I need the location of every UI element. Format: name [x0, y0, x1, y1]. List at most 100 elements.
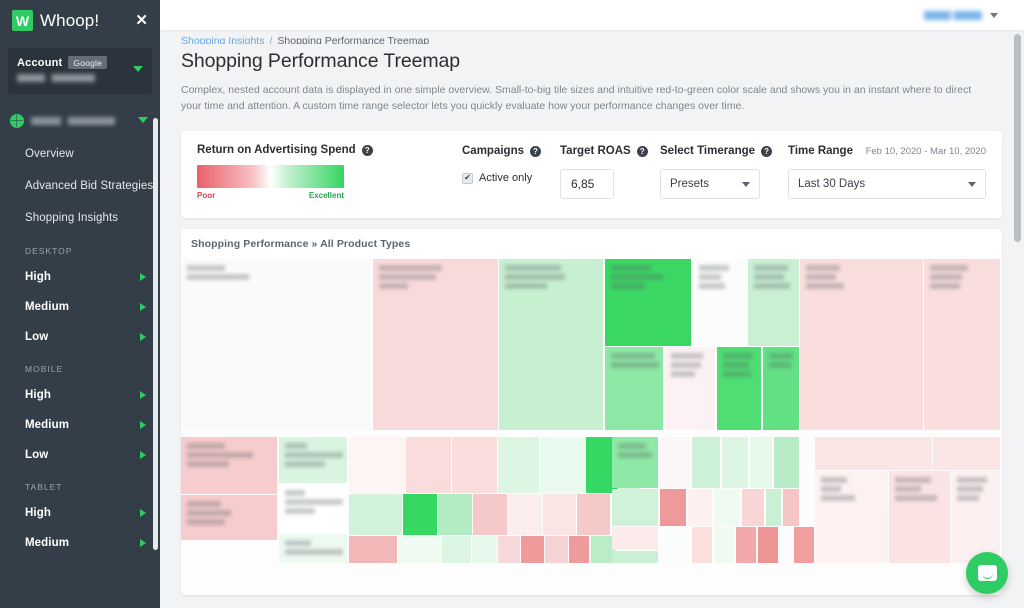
roas-gradient-labels: Poor Excellent: [197, 191, 344, 200]
treemap-tile[interactable]: [692, 259, 747, 346]
sidebar-item-tablet-medium[interactable]: Medium: [0, 528, 160, 558]
target-roas-input[interactable]: 6,85: [560, 169, 614, 199]
page-scrollbar[interactable]: [1014, 34, 1021, 242]
help-icon[interactable]: ?: [761, 145, 773, 157]
treemap-tile[interactable]: [398, 536, 441, 563]
treemap-tile[interactable]: [438, 494, 472, 535]
treemap-tile[interactable]: [713, 527, 735, 563]
treemap-tile[interactable]: [452, 437, 497, 493]
treemap-tile[interactable]: [793, 527, 814, 563]
treemap-tile[interactable]: [611, 527, 659, 550]
breadcrumb-link-parent[interactable]: Shopping Insights: [181, 35, 264, 44]
treemap-tile[interactable]: [372, 259, 498, 430]
chevron-down-icon[interactable]: [990, 12, 998, 18]
treemap-tile[interactable]: [181, 495, 278, 540]
treemap-tile[interactable]: [499, 259, 604, 430]
sub-account-selector[interactable]: [0, 104, 160, 138]
treemap-tile[interactable]: [779, 527, 792, 563]
treemap-tile[interactable]: [498, 437, 539, 493]
page-description: Complex, nested account data is displaye…: [181, 84, 972, 112]
treemap-tile[interactable]: [741, 489, 765, 526]
treemap-tile[interactable]: [569, 536, 590, 563]
sidebar-item-mobile-low[interactable]: Low: [0, 440, 160, 470]
treemap-tile[interactable]: [933, 437, 1001, 470]
sidebar-item-tablet-high[interactable]: High: [0, 498, 160, 528]
chevron-down-icon: [968, 181, 976, 187]
treemap-tile[interactable]: [765, 489, 782, 526]
sidebar-item-mobile-medium[interactable]: Medium: [0, 410, 160, 440]
treemap-tile[interactable]: [181, 259, 372, 430]
treemap-tile-label-redacted: [284, 443, 343, 470]
treemap-tile[interactable]: [691, 437, 721, 488]
sidebar-item-shopping-insights[interactable]: Shopping Insights: [0, 202, 160, 234]
sidebar-item-mobile-high[interactable]: High: [0, 380, 160, 410]
treemap-tile[interactable]: [545, 536, 568, 563]
account-selector[interactable]: Account Google: [8, 48, 152, 94]
treemap-tile[interactable]: [924, 259, 1001, 430]
treemap-tile[interactable]: [521, 536, 544, 563]
close-icon[interactable]: ✕: [135, 13, 148, 28]
treemap-tile[interactable]: [713, 489, 741, 526]
presets-dropdown[interactable]: Presets: [660, 169, 760, 199]
treemap-tile[interactable]: [687, 489, 713, 526]
treemap-tile[interactable]: [472, 536, 497, 563]
treemap-tile[interactable]: [664, 347, 716, 430]
treemap-tile[interactable]: [773, 437, 799, 488]
treemap-tile[interactable]: [659, 489, 687, 526]
treemap-tile[interactable]: [604, 259, 692, 346]
sidebar-scrollbar[interactable]: [153, 118, 158, 550]
active-only-row[interactable]: ✔ Active only: [462, 172, 560, 184]
sidebar-item-overview[interactable]: Overview: [0, 138, 160, 170]
time-range-dropdown[interactable]: Last 30 Days: [788, 169, 986, 199]
help-icon[interactable]: ?: [530, 145, 541, 157]
treemap-tile[interactable]: [659, 527, 691, 563]
treemap-tile[interactable]: [498, 536, 520, 563]
chevron-down-icon[interactable]: [138, 117, 148, 123]
treemap-tile[interactable]: [473, 494, 507, 535]
time-range-control: Time Range Feb 10, 2020 - Mar 10, 2020 L…: [775, 144, 986, 199]
treemap-tile[interactable]: [815, 471, 888, 563]
active-only-checkbox[interactable]: ✔: [462, 172, 473, 184]
help-icon[interactable]: ?: [636, 145, 648, 157]
treemap-tile[interactable]: [659, 437, 691, 488]
sidebar-item-desktop-high[interactable]: High: [0, 262, 160, 292]
treemap-tile[interactable]: [442, 536, 471, 563]
treemap-tile[interactable]: [762, 347, 799, 430]
treemap-tile[interactable]: [611, 489, 659, 526]
treemap-tile[interactable]: [348, 494, 402, 535]
treemap-tile[interactable]: [181, 437, 278, 494]
treemap-tile[interactable]: [577, 494, 611, 535]
chevron-down-icon[interactable]: [133, 66, 143, 72]
treemap-tile[interactable]: [540, 437, 585, 493]
treemap-tile[interactable]: [691, 527, 713, 563]
treemap-tile[interactable]: [403, 494, 437, 535]
sidebar-item-advanced-bid-strategies[interactable]: Advanced Bid Strategies: [0, 170, 160, 202]
treemap-tile[interactable]: [406, 437, 451, 493]
treemap-tile[interactable]: [348, 437, 405, 493]
treemap-tile[interactable]: [951, 471, 1001, 563]
logo-text: Whoop!: [40, 10, 100, 30]
sidebar-item-desktop-low[interactable]: Low: [0, 322, 160, 352]
treemap-tile[interactable]: [508, 494, 542, 535]
treemap-tile[interactable]: [278, 534, 348, 563]
intercom-launcher-button[interactable]: [966, 552, 1008, 594]
treemap-tile[interactable]: [721, 437, 749, 488]
treemap-tile[interactable]: [815, 437, 932, 470]
treemap-tile[interactable]: [747, 259, 799, 346]
treemap-tile[interactable]: [716, 347, 762, 430]
treemap-tile[interactable]: [735, 527, 757, 563]
treemap-tile[interactable]: [604, 347, 664, 430]
treemap-tile[interactable]: [611, 437, 659, 488]
sidebar-item-desktop-medium[interactable]: Medium: [0, 292, 160, 322]
treemap-tile[interactable]: [800, 259, 923, 430]
treemap-tile[interactable]: [611, 551, 659, 563]
treemap-tile[interactable]: [782, 489, 799, 526]
treemap-tile[interactable]: [749, 437, 773, 488]
treemap-tile[interactable]: [348, 536, 397, 563]
treemap-tile[interactable]: [889, 471, 950, 563]
help-icon[interactable]: ?: [361, 144, 373, 156]
treemap-tile[interactable]: [543, 494, 576, 535]
treemap-tile[interactable]: [278, 437, 348, 483]
treemap-tile[interactable]: [757, 527, 779, 563]
treemap-tile[interactable]: [278, 484, 348, 533]
